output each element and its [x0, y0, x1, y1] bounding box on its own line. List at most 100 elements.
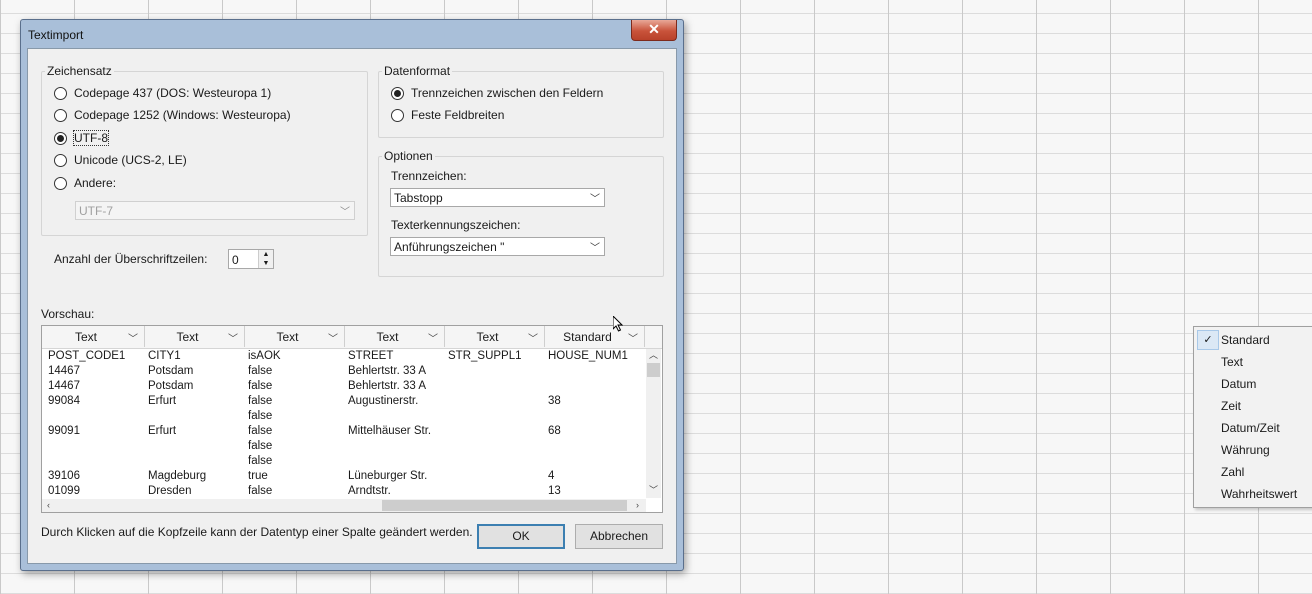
table-cell: 4 [548, 470, 555, 482]
table-row: 14467 Potsdam false Behlertstr. 33 A [42, 364, 646, 379]
table-cell: Erfurt [148, 425, 177, 437]
vertical-scrollbar[interactable]: ︿ ﹀ [646, 349, 661, 498]
chevron-down-icon: ﹀ [328, 334, 338, 345]
chevron-down-icon: ﹀ [590, 194, 600, 205]
table-cell: CITY1 [148, 350, 181, 362]
table-row: false [42, 454, 646, 469]
table-cell: 99091 [48, 425, 80, 437]
table-cell: 13 [548, 485, 561, 497]
scroll-thumb[interactable] [647, 363, 660, 377]
radio-label: UTF-8 [73, 130, 109, 146]
menu-item-waehrung[interactable]: Währung [1194, 439, 1312, 461]
format-group-label: Datenformat [382, 64, 453, 78]
menu-item-standard[interactable]: Standard [1194, 329, 1312, 351]
stepper-down-icon[interactable]: ▼ [259, 259, 273, 268]
menu-item-text[interactable]: Text [1194, 351, 1312, 373]
header-rows-value: 0 [232, 253, 239, 267]
table-cell: Dresden [148, 485, 192, 497]
scroll-left-icon[interactable]: ‹ [42, 499, 55, 512]
menu-item-datum-zeit[interactable]: Datum/Zeit [1194, 417, 1312, 439]
ok-button[interactable]: OK [477, 524, 565, 549]
table-cell: 14467 [48, 365, 80, 377]
format-option-delimited[interactable]: Trennzeichen zwischen den Feldern [391, 84, 603, 102]
textimport-dialog: Textimport ✕ Zeichensatz Codepage 437 (D… [20, 19, 684, 571]
other-charset-combo[interactable]: UTF-7 ﹀ [75, 201, 355, 220]
table-cell: Potsdam [148, 380, 194, 392]
close-button[interactable]: ✕ [631, 20, 677, 41]
charset-option-utf8[interactable]: UTF-8 [54, 129, 109, 147]
table-cell: Behlertstr. 33 A [348, 365, 426, 377]
table-cell: Arndtstr. [348, 485, 391, 497]
scroll-right-icon[interactable]: › [631, 499, 644, 512]
scroll-up-icon[interactable]: ︿ [647, 349, 660, 362]
chevron-down-icon: ﹀ [128, 334, 138, 345]
charset-option-cp437[interactable]: Codepage 437 (DOS: Westeuropa 1) [54, 84, 271, 102]
table-row: 14467 Potsdam false Behlertstr. 33 A [42, 379, 646, 394]
radio-label: Unicode (UCS-2, LE) [74, 153, 187, 167]
table-row: false [42, 439, 646, 454]
radio-button-selected[interactable] [391, 86, 404, 100]
table-cell: Potsdam [148, 365, 194, 377]
table-cell: Mittelhäuser Str. [348, 425, 432, 437]
qualifier-combo[interactable]: Anführungszeichen " ﹀ [390, 237, 605, 256]
header-rows-stepper[interactable]: 0 ▲ ▼ [228, 249, 274, 269]
stepper-buttons[interactable]: ▲ ▼ [258, 250, 273, 268]
chevron-down-icon: ﹀ [628, 334, 638, 345]
column-type-header[interactable]: Text ﹀ [445, 326, 545, 347]
table-row: POST_CODE1 CITY1 isAOK STREET STR_SUPPL1 HOUS… [42, 349, 646, 364]
menu-item-zahl[interactable]: Zahl [1194, 461, 1312, 483]
radio-label: Feste Feldbreiten [411, 108, 505, 122]
table-cell: false [248, 455, 273, 467]
column-type-header[interactable]: Text ﹀ [245, 326, 345, 347]
table-cell: false [248, 410, 273, 422]
charset-option-cp1252[interactable]: Codepage 1252 (Windows: Westeuropa) [54, 106, 291, 124]
radio-label: Codepage 1252 (Windows: Westeuropa) [74, 108, 291, 122]
table-cell: false [248, 395, 273, 407]
table-cell: Erfurt [148, 395, 177, 407]
table-row: false [42, 409, 646, 424]
table-cell: Lüneburger Str. [348, 470, 428, 482]
radio-button[interactable] [54, 86, 67, 100]
column-type-header[interactable]: Text ﹀ [42, 326, 145, 347]
radio-button-selected[interactable] [54, 131, 67, 145]
column-type-header[interactable]: Text ﹀ [345, 326, 445, 347]
stepper-up-icon[interactable]: ▲ [259, 250, 273, 259]
charset-option-unicode[interactable]: Unicode (UCS-2, LE) [54, 151, 187, 169]
table-cell: isAOK [248, 350, 281, 362]
header-rows-label: Anzahl der Überschriftzeilen: [54, 252, 208, 266]
horizontal-scrollbar[interactable]: ‹ › [42, 499, 646, 512]
table-cell: false [248, 440, 273, 452]
column-type-menu: ✓ Standard Text Datum Zeit Datum/Zeit Wä… [1193, 326, 1312, 508]
table-cell: 01099 [48, 485, 80, 497]
charset-option-other[interactable]: Andere: [54, 174, 116, 192]
menu-item-datum[interactable]: Datum [1194, 373, 1312, 395]
table-row: 01099 Dresden false Arndtstr. 13 [42, 484, 646, 499]
hint-text: Durch Klicken auf die Kopfzeile kann der… [41, 525, 473, 539]
radio-button[interactable] [54, 153, 67, 167]
combo-value: Tabstopp [394, 190, 443, 205]
table-cell: Augustinerstr. [348, 395, 419, 407]
cancel-button[interactable]: Abbrechen [575, 524, 663, 549]
preview-table: Text ﹀ Text ﹀ Text ﹀ Text ﹀ Text ﹀ Stand… [41, 325, 663, 513]
radio-button[interactable] [391, 108, 404, 122]
table-cell: POST_CODE1 [48, 350, 126, 362]
qualifier-label: Texterkennungszeichen: [391, 218, 521, 232]
table-cell: STREET [348, 350, 394, 362]
scroll-down-icon[interactable]: ﹀ [647, 484, 660, 497]
column-type-header[interactable]: Standard ﹀ [545, 326, 645, 347]
column-type-header[interactable]: Text ﹀ [145, 326, 245, 347]
menu-item-wahrheitswert[interactable]: Wahrheitswert [1194, 483, 1312, 505]
scroll-thumb[interactable] [382, 500, 627, 511]
delimiter-combo[interactable]: Tabstopp ﹀ [390, 188, 605, 207]
format-option-fixed-width[interactable]: Feste Feldbreiten [391, 106, 504, 124]
radio-button[interactable] [54, 176, 67, 190]
charset-group-label: Zeichensatz [45, 64, 114, 78]
table-cell: 99084 [48, 395, 80, 407]
format-group [378, 71, 664, 138]
table-cell: 38 [548, 395, 561, 407]
options-group-label: Optionen [382, 149, 435, 163]
dialog-titlebar[interactable]: Textimport ✕ [21, 20, 683, 48]
radio-button[interactable] [54, 108, 67, 122]
table-cell: 39106 [48, 470, 80, 482]
menu-item-zeit[interactable]: Zeit [1194, 395, 1312, 417]
